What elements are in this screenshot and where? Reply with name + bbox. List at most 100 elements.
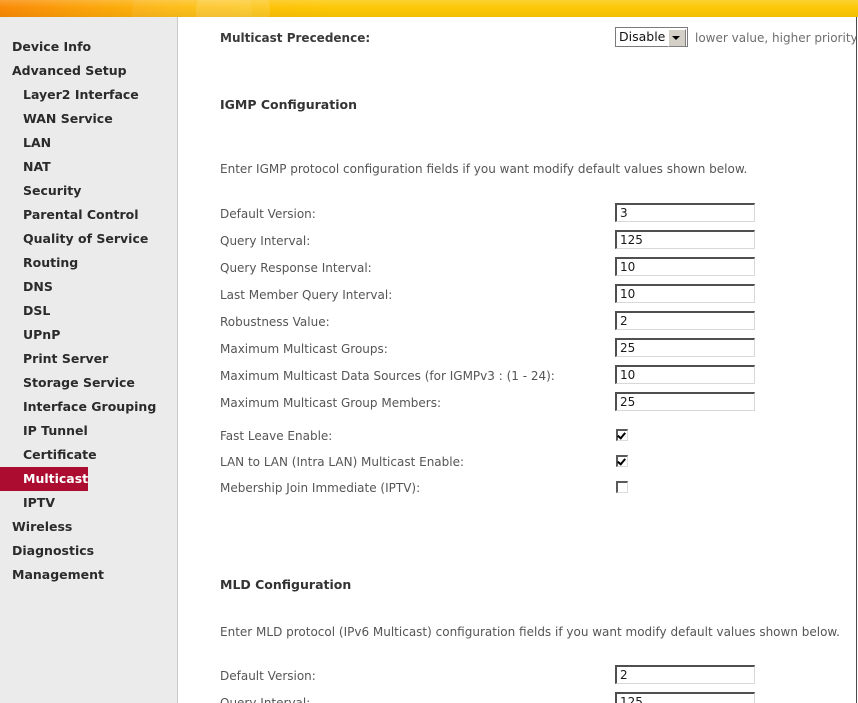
sidebar-item-label: Security (23, 183, 82, 198)
sidebar-item-wan-service[interactable]: WAN Service (0, 107, 177, 131)
sidebar-item-diagnostics[interactable]: Diagnostics (0, 539, 177, 563)
sidebar-item-advanced-setup[interactable]: Advanced Setup (0, 59, 177, 83)
igmp-field-row: Query Interval: (179, 230, 856, 250)
sidebar-item-storage-service[interactable]: Storage Service (0, 371, 177, 395)
igmp-field-input[interactable] (615, 230, 755, 249)
sidebar-item-label: Print Server (23, 351, 109, 366)
igmp-field-label: Maximum Multicast Groups: (220, 342, 388, 356)
igmp-field-row: Maximum Multicast Group Members: (179, 392, 856, 412)
sidebar-item-nat[interactable]: NAT (0, 155, 177, 179)
igmp-field-label: Last Member Query Interval: (220, 288, 393, 302)
sidebar-item-security[interactable]: Security (0, 179, 177, 203)
mld-field-label: Query Interval: (220, 696, 311, 703)
igmp-field-row: Maximum Multicast Groups: (179, 338, 856, 358)
igmp-field-input[interactable] (615, 257, 755, 276)
sidebar-item-label: IPTV (23, 495, 56, 510)
sidebar-item-quality-of-service[interactable]: Quality of Service (0, 227, 177, 251)
multicast-precedence-selected-value: Disable (619, 29, 666, 44)
igmp-checkbox-row: Mebership Join Immediate (IPTV): (179, 479, 856, 499)
igmp-field-label: Maximum Multicast Data Sources (for IGMP… (220, 369, 555, 383)
sidebar-item-device-info[interactable]: Device Info (0, 35, 177, 59)
mld-section-title: MLD Configuration (220, 577, 352, 592)
sidebar-item-label: Routing (23, 255, 79, 270)
igmp-field-input[interactable] (615, 284, 755, 303)
mld-section-description: Enter MLD protocol (IPv6 Multicast) conf… (220, 625, 840, 639)
sidebar-item-label: Multicast (23, 471, 89, 486)
igmp-checkbox-label: Fast Leave Enable: (220, 429, 333, 443)
sidebar-navigation: Device Info Advanced Setup Layer2 Interfac… (0, 17, 178, 703)
igmp-checkbox-label: LAN to LAN (Intra LAN) Multicast Enable: (220, 455, 465, 469)
sidebar-item-label: Wireless (12, 519, 73, 534)
igmp-field-label: Query Interval: (220, 234, 311, 248)
multicast-precedence-hint: lower value, higher priority (695, 31, 857, 45)
sidebar-item-label: Device Info (12, 39, 92, 54)
multicast-precedence-label: Multicast Precedence: (220, 31, 371, 45)
sidebar-item-label: Certificate (23, 447, 97, 462)
mld-field-row: Default Version: (179, 665, 856, 685)
igmp-field-input[interactable] (615, 203, 755, 222)
chevron-down-icon[interactable] (668, 29, 686, 47)
sidebar-item-management[interactable]: Management (0, 563, 177, 587)
igmp-checkbox-row: Fast Leave Enable: (179, 427, 856, 447)
igmp-field-row: Robustness Value: (179, 311, 856, 331)
igmp-field-input[interactable] (615, 365, 755, 384)
sidebar-item-list: Device Info Advanced Setup Layer2 Interfac… (0, 17, 177, 587)
sidebar-item-routing[interactable]: Routing (0, 251, 177, 275)
igmp-section-title: IGMP Configuration (220, 97, 357, 112)
sidebar-item-interface-grouping[interactable]: Interface Grouping (0, 395, 177, 419)
sidebar-item-upnp[interactable]: UPnP (0, 323, 177, 347)
sidebar-item-label: Parental Control (23, 207, 139, 222)
sidebar-item-dsl[interactable]: DSL (0, 299, 177, 323)
sidebar-item-dns[interactable]: DNS (0, 275, 177, 299)
sidebar-item-label: DSL (23, 303, 51, 318)
main-content-pane: Multicast Precedence: Disable lower valu… (179, 17, 857, 703)
banner-gloss-overlay (0, 0, 858, 17)
igmp-field-label: Maximum Multicast Group Members: (220, 396, 441, 410)
sidebar-item-label: Advanced Setup (12, 63, 127, 78)
sidebar-item-label: LAN (23, 135, 52, 150)
sidebar-item-label: Layer2 Interface (23, 87, 139, 102)
igmp-field-label: Query Response Interval: (220, 261, 372, 275)
sidebar-item-label: UPnP (23, 327, 61, 342)
sidebar-item-label: Diagnostics (12, 543, 95, 558)
sidebar-item-print-server[interactable]: Print Server (0, 347, 177, 371)
sidebar-item-label: Storage Service (23, 375, 135, 390)
igmp-field-input[interactable] (615, 392, 755, 411)
multicast-precedence-select[interactable]: Disable (615, 27, 688, 47)
mld-field-input[interactable] (615, 692, 755, 703)
igmp-section-description: Enter IGMP protocol configuration fields… (220, 162, 748, 176)
sidebar-item-lan[interactable]: LAN (0, 131, 177, 155)
igmp-checkbox-row: LAN to LAN (Intra LAN) Multicast Enable: (179, 453, 856, 473)
sidebar-item-label: NAT (23, 159, 51, 174)
igmp-checkbox[interactable] (616, 481, 628, 493)
mld-field-label: Default Version: (220, 669, 316, 683)
igmp-field-input[interactable] (615, 311, 755, 330)
multicast-precedence-row: Multicast Precedence: Disable lower valu… (179, 23, 857, 47)
mld-field-input[interactable] (615, 665, 755, 684)
igmp-checkbox-label: Mebership Join Immediate (IPTV): (220, 481, 421, 495)
mld-field-row: Query Interval: (179, 692, 856, 703)
top-banner (0, 0, 858, 17)
sidebar-item-label: Quality of Service (23, 231, 149, 246)
sidebar-item-label: Interface Grouping (23, 399, 157, 414)
sidebar-item-ip-tunnel[interactable]: IP Tunnel (0, 419, 177, 443)
igmp-checkbox[interactable] (616, 429, 628, 441)
sidebar-item-iptv[interactable]: IPTV (0, 491, 177, 515)
igmp-field-row: Default Version: (179, 203, 856, 223)
igmp-field-input[interactable] (615, 338, 755, 357)
sidebar-item-layer2-interface[interactable]: Layer2 Interface (0, 83, 177, 107)
igmp-field-label: Robustness Value: (220, 315, 330, 329)
sidebar-item-certificate[interactable]: Certificate (0, 443, 177, 467)
sidebar-item-label: WAN Service (23, 111, 113, 126)
sidebar-item-label: IP Tunnel (23, 423, 88, 438)
sidebar-item-multicast[interactable]: Multicast (0, 467, 88, 491)
sidebar-item-label: Management (12, 567, 105, 582)
sidebar-item-parental-control[interactable]: Parental Control (0, 203, 177, 227)
igmp-field-row: Maximum Multicast Data Sources (for IGMP… (179, 365, 856, 385)
igmp-checkbox[interactable] (616, 455, 628, 467)
igmp-field-row: Query Response Interval: (179, 257, 856, 277)
sidebar-item-wireless[interactable]: Wireless (0, 515, 177, 539)
igmp-field-row: Last Member Query Interval: (179, 284, 856, 304)
igmp-field-label: Default Version: (220, 207, 316, 221)
sidebar-item-label: DNS (23, 279, 53, 294)
